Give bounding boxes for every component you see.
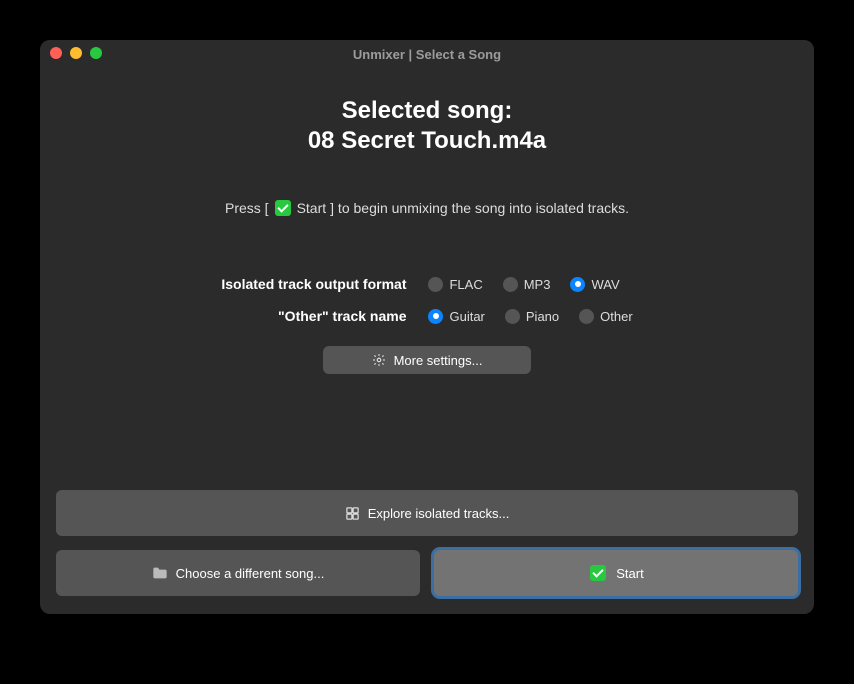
other-radio-piano-label: Piano [526, 309, 559, 324]
radio-dot-icon [570, 277, 585, 292]
bottom-button-area: Explore isolated tracks... Choose a diff… [40, 490, 814, 614]
other-radio-guitar-label: Guitar [449, 309, 484, 324]
more-settings-label: More settings... [394, 353, 483, 368]
other-track-radio-group: Guitar Piano Other [428, 309, 632, 324]
radio-dot-icon [579, 309, 594, 324]
maximize-window-button[interactable] [90, 47, 102, 59]
more-settings-button[interactable]: More settings... [323, 346, 531, 374]
start-button-label: Start [616, 566, 643, 581]
explore-tracks-label: Explore isolated tracks... [368, 506, 510, 521]
format-radio-wav-label: WAV [591, 277, 619, 292]
instruction-after: ] to begin unmixing the song into isolat… [330, 200, 629, 216]
radio-dot-icon [428, 309, 443, 324]
heading-line-2: 08 Secret Touch.m4a [308, 126, 546, 156]
more-settings-row: More settings... [323, 346, 531, 374]
selected-song-heading: Selected song: 08 Secret Touch.m4a [308, 96, 546, 156]
title-bar: Unmixer | Select a Song [40, 40, 814, 68]
options-grid: Isolated track output format FLAC MP3 WA… [221, 276, 632, 324]
folder-icon [152, 566, 168, 580]
radio-dot-icon [503, 277, 518, 292]
format-radio-mp3[interactable]: MP3 [503, 277, 551, 292]
format-radio-flac[interactable]: FLAC [428, 277, 482, 292]
format-radio-flac-label: FLAC [449, 277, 482, 292]
app-window: Unmixer | Select a Song Selected song: 0… [40, 40, 814, 614]
bottom-row: Choose a different song... Start [56, 550, 798, 596]
radio-dot-icon [428, 277, 443, 292]
close-window-button[interactable] [50, 47, 62, 59]
start-button[interactable]: Start [434, 550, 798, 596]
other-track-label: "Other" track name [221, 308, 406, 324]
minimize-window-button[interactable] [70, 47, 82, 59]
choose-song-button[interactable]: Choose a different song... [56, 550, 420, 596]
other-radio-piano[interactable]: Piano [505, 309, 559, 324]
content-area: Selected song: 08 Secret Touch.m4a Press… [40, 68, 814, 614]
format-radio-group: FLAC MP3 WAV [428, 277, 632, 292]
other-radio-other-label: Other [600, 309, 633, 324]
other-radio-other[interactable]: Other [579, 309, 633, 324]
choose-song-label: Choose a different song... [176, 566, 325, 581]
radio-dot-icon [505, 309, 520, 324]
grid-icon [345, 506, 360, 521]
instruction-text: Press [ Start ] to begin unmixing the so… [225, 200, 629, 216]
traffic-lights [50, 47, 102, 59]
instruction-start-word: Start [297, 200, 327, 216]
instruction-before: Press [ [225, 200, 269, 216]
format-label: Isolated track output format [221, 276, 406, 292]
check-icon [275, 200, 291, 216]
other-radio-guitar[interactable]: Guitar [428, 309, 484, 324]
window-title: Unmixer | Select a Song [353, 47, 501, 62]
explore-tracks-button[interactable]: Explore isolated tracks... [56, 490, 798, 536]
format-radio-mp3-label: MP3 [524, 277, 551, 292]
check-icon [590, 565, 606, 581]
heading-line-1: Selected song: [308, 96, 546, 126]
format-radio-wav[interactable]: WAV [570, 277, 619, 292]
gear-icon [372, 353, 386, 367]
